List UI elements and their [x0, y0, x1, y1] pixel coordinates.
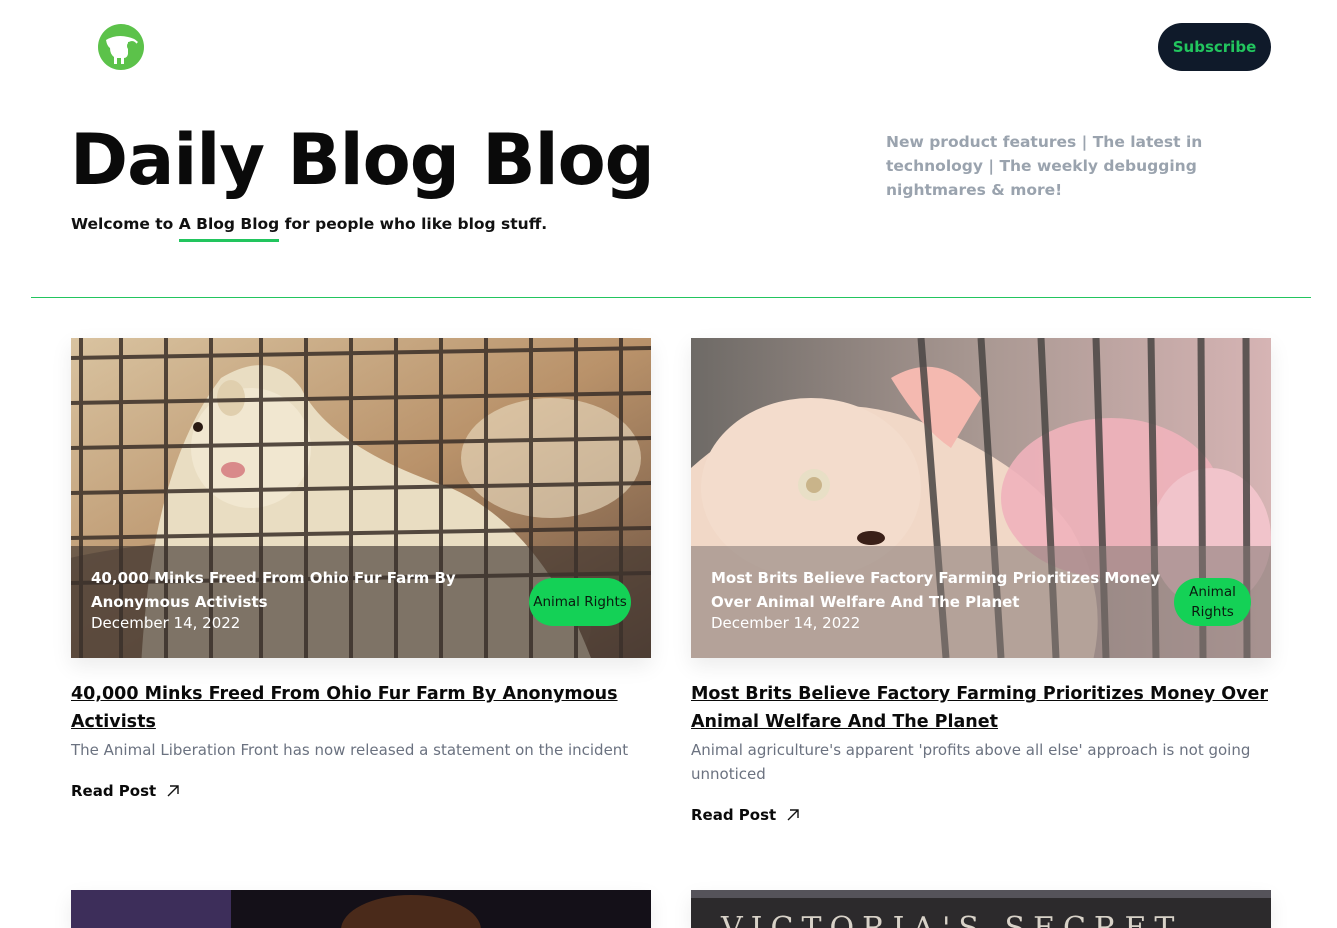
overlay-title: 40,000 Minks Freed From Ohio Fur Farm By… — [91, 569, 456, 611]
category-badge[interactable]: Animal Rights — [529, 578, 631, 626]
svg-text:VICTORIA'S SECRET: VICTORIA'S SECRET — [720, 911, 1182, 928]
tagline-prefix: Welcome to — [71, 215, 179, 233]
site-tagline: Welcome to A Blog Blog for people who li… — [71, 215, 548, 242]
storefront-photo: VICTORIA'S SECRET — [691, 890, 1271, 928]
logo-cow-icon[interactable] — [98, 24, 144, 70]
post-image[interactable] — [71, 890, 651, 928]
subscribe-button[interactable]: Subscribe — [1158, 23, 1271, 71]
arrow-up-right-icon — [787, 809, 799, 821]
post-date: December 14, 2022 — [91, 614, 241, 632]
section-divider — [31, 297, 1311, 298]
arrow-up-right-icon — [167, 785, 179, 797]
post-date: December 14, 2022 — [711, 614, 861, 632]
post-image-mink[interactable]: 40,000 Minks Freed From Ohio Fur Farm By… — [71, 338, 651, 658]
read-post-label: Read Post — [71, 782, 157, 800]
read-post-link[interactable]: Read Post — [71, 782, 180, 800]
post-card: VICTORIA'S SECRET — [691, 890, 1271, 928]
post-description: Animal agriculture's apparent 'profits a… — [691, 741, 1251, 783]
post-image-pigs[interactable]: Most Brits Believe Factory Farming Prior… — [691, 338, 1271, 658]
post-title-link[interactable]: 40,000 Minks Freed From Ohio Fur Farm By… — [71, 680, 651, 736]
site-title: Daily Blog Blog — [70, 119, 655, 201]
tagline-suffix: for people who like blog stuff. — [279, 215, 548, 233]
post-description: The Animal Liberation Front has now rele… — [71, 741, 629, 759]
tagline-highlight-link[interactable]: A Blog Blog — [178, 215, 279, 242]
post-card: 40,000 Minks Freed From Ohio Fur Farm By… — [71, 338, 651, 800]
post-image-overlay: 40,000 Minks Freed From Ohio Fur Farm By… — [71, 546, 651, 658]
post-card: Most Brits Believe Factory Farming Prior… — [691, 338, 1271, 824]
read-post-label: Read Post — [691, 806, 777, 824]
post-image[interactable]: VICTORIA'S SECRET — [691, 890, 1271, 928]
site-description: New product features | The latest in tec… — [886, 133, 1203, 199]
overlay-title: Most Brits Believe Factory Farming Prior… — [711, 569, 1161, 611]
post-image-overlay: Most Brits Believe Factory Farming Prior… — [691, 546, 1271, 658]
person-photo — [71, 890, 651, 928]
category-badge[interactable]: Animal Rights — [1174, 578, 1251, 626]
read-post-link[interactable]: Read Post — [691, 806, 800, 824]
post-card — [71, 890, 651, 928]
post-title-link[interactable]: Most Brits Believe Factory Farming Prior… — [691, 680, 1271, 736]
